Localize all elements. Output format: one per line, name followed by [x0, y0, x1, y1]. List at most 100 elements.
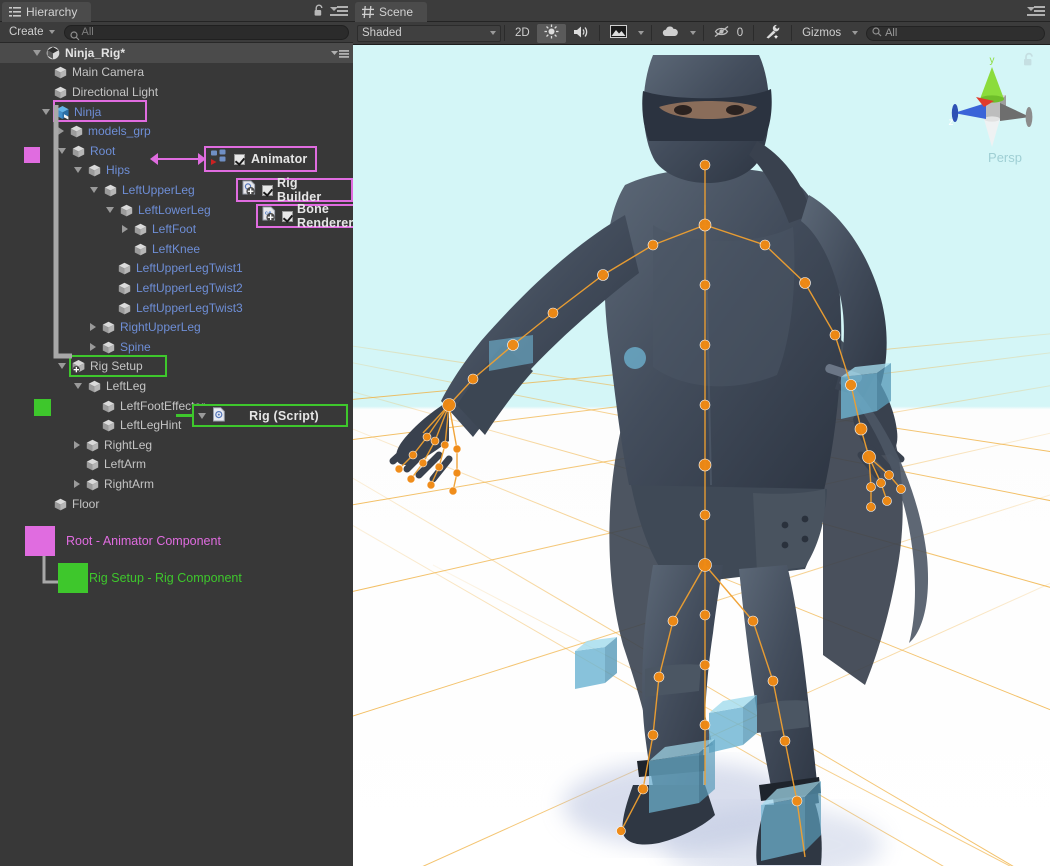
scene-viewport[interactable]: y z Persp: [353, 45, 1050, 866]
tab-hierarchy[interactable]: Hierarchy: [2, 2, 91, 22]
tree-item-leftupperlegtwist1[interactable]: LeftUpperLegTwist1: [0, 259, 353, 279]
hierarchy-tree[interactable]: Ninja_Rig* Main CameraDirectional Light N…: [0, 43, 353, 866]
eye-off-icon: [714, 25, 731, 41]
animator-color-swatch: [24, 147, 40, 163]
draw-mode-dropdown[interactable]: Shaded: [357, 25, 501, 42]
gameobject-cube-icon: [101, 418, 115, 432]
callout-bone-renderer[interactable]: c# Bone Renderer: [256, 204, 353, 228]
tree-item-label: Floor: [72, 497, 99, 511]
callout-rig-script-label: Rig (Script): [232, 409, 336, 423]
expand-arrow-placeholder: [90, 403, 96, 409]
hidden-objects-counter[interactable]: 0: [707, 24, 750, 43]
tree-item-directional-light[interactable]: Directional Light: [0, 82, 353, 102]
expand-arrow-icon[interactable]: [58, 148, 66, 154]
create-button[interactable]: Create: [4, 24, 60, 40]
rig-builder-checkbox[interactable]: [262, 185, 273, 196]
scene-lighting-toggle[interactable]: [537, 24, 566, 43]
ninja-character-model[interactable]: [353, 45, 1050, 866]
tree-item-leftupperlegtwist2[interactable]: LeftUpperLegTwist2: [0, 278, 353, 298]
gameobject-cube-icon: [69, 124, 83, 138]
callout-rig-script[interactable]: Rig (Script): [192, 404, 348, 427]
callout-rig-builder[interactable]: Rig Builder: [236, 178, 353, 202]
tree-item-rightleg[interactable]: RightLeg: [0, 435, 353, 455]
tree-item-spine[interactable]: Spine: [0, 337, 353, 357]
expand-arrow-placeholder: [122, 246, 128, 252]
tree-item-label: Spine: [120, 340, 151, 354]
tree-item-leftknee[interactable]: LeftKnee: [0, 239, 353, 259]
panel-menu-icon[interactable]: [1027, 6, 1045, 16]
tree-item-leftleg[interactable]: LeftLeg: [0, 376, 353, 396]
expand-arrow-icon[interactable]: [58, 363, 66, 369]
tree-item-label: RightArm: [104, 477, 154, 491]
callout-arrow-left: [150, 153, 158, 165]
image-fx-icon: [610, 25, 627, 41]
lock-open-icon[interactable]: [313, 4, 325, 17]
tree-item-ninja[interactable]: Ninja: [0, 102, 353, 122]
expand-arrow-icon[interactable]: [42, 109, 50, 115]
callout-animator[interactable]: Animator: [204, 146, 317, 172]
expand-arrow-placeholder: [42, 89, 48, 95]
scene-visibility-dropdown[interactable]: [686, 24, 700, 43]
tree-item-floor[interactable]: Floor: [0, 494, 353, 514]
expand-arrow-icon[interactable]: [90, 187, 98, 193]
gameobject-cube-icon: [133, 242, 147, 256]
prefab-root-icon: [55, 105, 69, 119]
expand-arrow-icon[interactable]: [90, 323, 96, 331]
expand-arrow-icon[interactable]: [74, 441, 80, 449]
tree-item-label: Ninja: [74, 105, 101, 119]
tree-item-leftarm[interactable]: LeftArm: [0, 455, 353, 475]
gizmos-label: Gizmos: [802, 27, 841, 39]
tab-scene-label: Scene: [379, 5, 413, 19]
create-button-label: Create: [9, 26, 44, 38]
gameobject-cube-icon: [85, 457, 99, 471]
tree-item-rig-setup[interactable]: Rig Setup: [0, 357, 353, 377]
expand-arrow-icon[interactable]: [33, 50, 41, 56]
speaker-icon: [573, 25, 589, 42]
tree-item-models-grp[interactable]: models_grp: [0, 121, 353, 141]
sun-icon: [544, 24, 559, 42]
tree-item-main-camera[interactable]: Main Camera: [0, 63, 353, 83]
animator-checkbox[interactable]: [234, 154, 245, 165]
toggle-2d-button[interactable]: 2D: [508, 24, 537, 43]
scene-fx-dropdown[interactable]: [634, 24, 648, 43]
scene-tools-button[interactable]: [757, 24, 788, 43]
bone-renderer-checkbox[interactable]: [282, 211, 293, 222]
tree-item-label: LeftLegHint: [120, 418, 181, 432]
gizmos-button[interactable]: Gizmos: [795, 24, 848, 43]
tab-scene[interactable]: Scene: [355, 2, 427, 22]
expand-arrow-icon[interactable]: [74, 383, 82, 389]
chevron-down-icon: [690, 31, 696, 35]
gameobject-cube-icon: [71, 144, 85, 158]
gameobject-cube-icon: [87, 163, 101, 177]
projection-mode-label[interactable]: Persp: [988, 150, 1022, 165]
scene-visibility-button[interactable]: [655, 24, 686, 43]
gameobject-cube-icon: [53, 65, 67, 79]
wrench-star-icon: [764, 24, 781, 42]
tree-item-label: Hips: [106, 163, 130, 177]
scene-fx-button[interactable]: [603, 24, 634, 43]
svg-text:z: z: [949, 117, 954, 128]
expand-arrow-icon[interactable]: [90, 343, 96, 351]
scene-orientation-gizmo[interactable]: y z: [946, 53, 1038, 163]
tree-item-leftupperlegtwist3[interactable]: LeftUpperLegTwist3: [0, 298, 353, 318]
legend-swatch-animator: [25, 526, 55, 556]
scene-audio-toggle[interactable]: [566, 24, 596, 43]
tree-item-rightupperleg[interactable]: RightUpperLeg: [0, 317, 353, 337]
chevron-down-icon: [852, 31, 858, 35]
script-add-icon: [241, 180, 258, 200]
tree-item-rightarm[interactable]: RightArm: [0, 474, 353, 494]
expand-arrow-icon[interactable]: [74, 167, 82, 173]
scene-root-row[interactable]: Ninja_Rig*: [0, 43, 353, 63]
hierarchy-search-input[interactable]: All: [64, 25, 349, 40]
scene-search-input[interactable]: All: [866, 26, 1045, 41]
rig-script-expand-arrow-icon[interactable]: [198, 413, 206, 419]
panel-menu-icon[interactable]: [330, 6, 348, 16]
scene-row-menu-icon[interactable]: [331, 48, 349, 58]
chevron-down-icon: [490, 31, 496, 35]
expand-arrow-icon[interactable]: [58, 127, 64, 135]
expand-arrow-icon[interactable]: [106, 207, 114, 213]
expand-arrow-placeholder: [106, 285, 112, 291]
gizmos-dropdown[interactable]: [848, 24, 862, 43]
expand-arrow-icon[interactable]: [122, 225, 128, 233]
expand-arrow-icon[interactable]: [74, 480, 80, 488]
